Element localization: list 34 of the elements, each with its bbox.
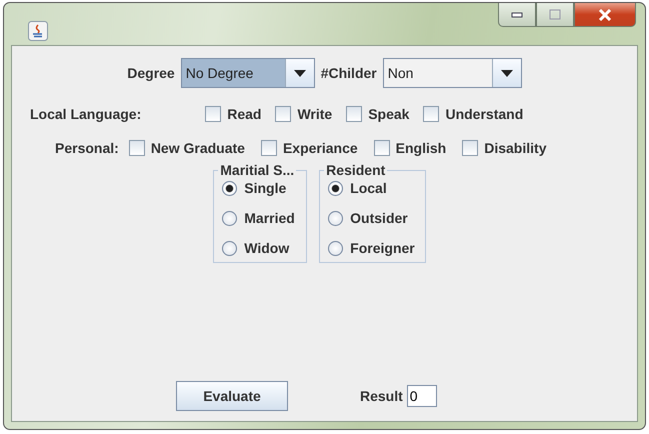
caret-icon xyxy=(294,70,306,76)
minimize-icon xyxy=(511,12,523,18)
checkbox[interactable]: Write xyxy=(275,106,332,122)
radio-button[interactable]: Foreigner xyxy=(328,240,415,256)
close-icon xyxy=(598,8,612,20)
caret-icon xyxy=(500,70,513,76)
minimize-button[interactable] xyxy=(498,3,536,27)
combo-label: Degree xyxy=(127,65,175,81)
maximize-icon xyxy=(549,9,561,20)
checkbox[interactable]: Disability xyxy=(462,140,546,156)
close-button[interactable] xyxy=(574,3,636,27)
section-label: Local Language: xyxy=(30,106,142,122)
checkbox[interactable]: English xyxy=(374,140,446,156)
checkbox[interactable]: New Graduate xyxy=(128,140,245,156)
result-field[interactable]: 0 xyxy=(406,385,437,407)
maximize-button[interactable] xyxy=(536,3,574,27)
dropdown[interactable]: Non xyxy=(382,58,522,88)
dropdown[interactable]: No Degree xyxy=(180,58,315,88)
group-title: Resident xyxy=(325,162,386,178)
checkbox[interactable]: Speak xyxy=(346,106,410,122)
radio-button[interactable]: Married xyxy=(222,210,296,226)
checkbox[interactable]: Understand xyxy=(423,106,524,122)
checkbox[interactable]: Experiance xyxy=(260,140,358,156)
radio-button[interactable]: Single xyxy=(222,180,296,196)
section-label: Personal: xyxy=(55,140,119,156)
evaluate-button[interactable]: Evaluate xyxy=(176,381,288,411)
radio-button[interactable]: Widow xyxy=(222,240,296,256)
app-icon xyxy=(28,21,48,41)
radio-button[interactable]: Local xyxy=(328,180,415,196)
checkbox[interactable]: Read xyxy=(205,106,262,122)
radio-button[interactable]: Outsider xyxy=(328,210,415,226)
group-title: Maritial S... xyxy=(219,162,296,178)
combo-label: #Childer xyxy=(320,65,377,81)
result-label: Result xyxy=(360,388,403,404)
